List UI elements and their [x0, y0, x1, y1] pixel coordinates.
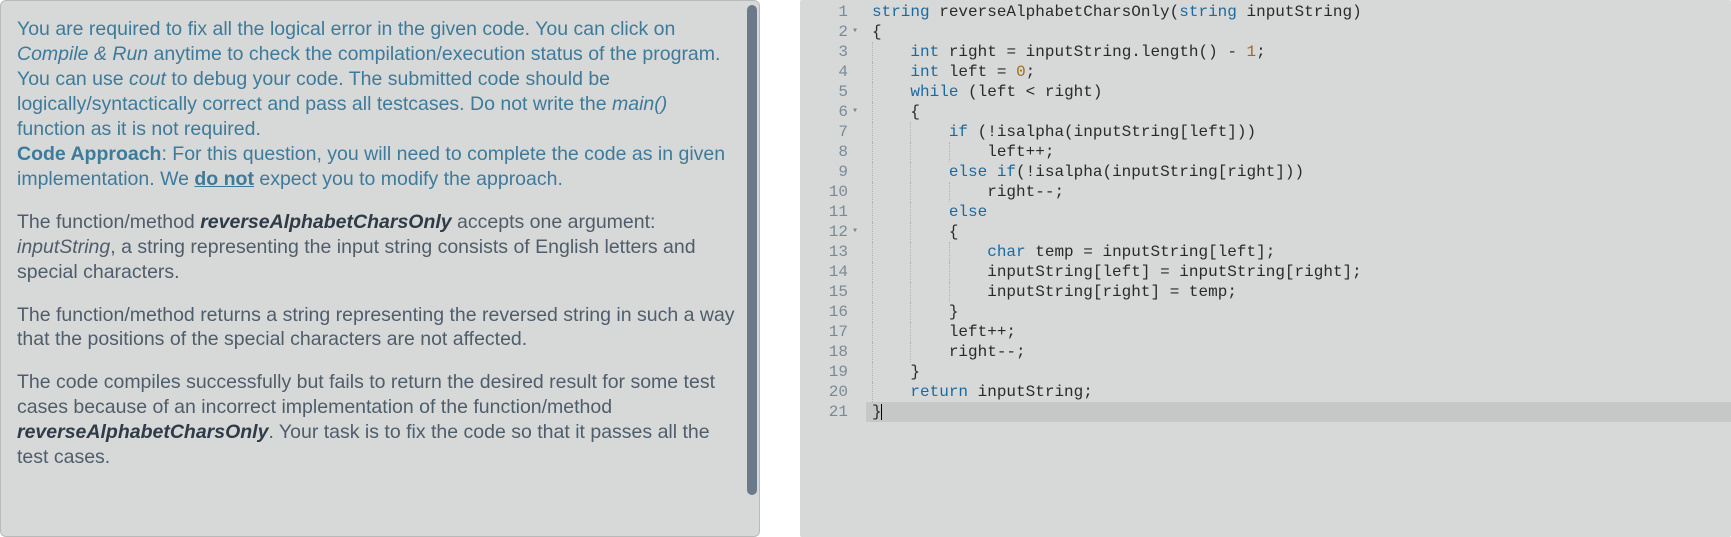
code-line[interactable]: string reverseAlphabetCharsOnly(string i…	[866, 2, 1731, 22]
gutter-row: 14	[800, 262, 866, 282]
code-approach-label: Code Approach	[17, 143, 161, 165]
code-area[interactable]: string reverseAlphabetCharsOnly(string i…	[866, 0, 1731, 537]
line-number: 3	[818, 42, 848, 62]
line-number: 8	[818, 142, 848, 162]
code-editor[interactable]: 12▾3456▾789101112▾131415161718192021 str…	[800, 0, 1731, 537]
gutter-row: 9	[800, 162, 866, 182]
code-line[interactable]: else if(!isalpha(inputString[right]))	[866, 162, 1731, 182]
line-number: 9	[818, 162, 848, 182]
code-line[interactable]: inputString[right] = temp;	[866, 282, 1731, 302]
gutter-row: 2▾	[800, 22, 866, 42]
problem-panel: You are required to fix all the logical …	[0, 0, 760, 537]
line-number: 7	[818, 122, 848, 142]
compile-run-label: Compile & Run	[17, 43, 148, 65]
line-number: 11	[818, 202, 848, 222]
code-line[interactable]: return inputString;	[866, 382, 1731, 402]
fold-icon[interactable]: ▾	[848, 222, 862, 242]
code-line[interactable]: {	[866, 22, 1731, 42]
line-number: 17	[818, 322, 848, 342]
problem-para-4: The code compiles successfully but fails…	[17, 370, 737, 470]
line-number: 10	[818, 182, 848, 202]
problem-para-3: The function/method returns a string rep…	[17, 303, 737, 353]
problem-para-2: The function/method reverseAlphabetChars…	[17, 210, 737, 285]
line-number: 19	[818, 362, 848, 382]
line-number: 6	[818, 102, 848, 122]
line-gutter: 12▾3456▾789101112▾131415161718192021	[800, 0, 866, 537]
line-number: 4	[818, 62, 848, 82]
gutter-row: 10	[800, 182, 866, 202]
panel-gap	[760, 0, 800, 537]
line-number: 1	[818, 2, 848, 22]
function-name: reverseAlphabetCharsOnly	[200, 211, 451, 233]
gutter-row: 6▾	[800, 102, 866, 122]
code-line[interactable]: while (left < right)	[866, 82, 1731, 102]
gutter-row: 13	[800, 242, 866, 262]
code-line[interactable]: {	[866, 102, 1731, 122]
fold-icon[interactable]: ▾	[848, 102, 862, 122]
line-number: 20	[818, 382, 848, 402]
gutter-row: 21	[800, 402, 866, 422]
gutter-row: 1	[800, 2, 866, 22]
line-number: 21	[818, 402, 848, 422]
main-label: main()	[612, 93, 667, 115]
gutter-row: 3	[800, 42, 866, 62]
do-not-label: do not	[194, 168, 254, 190]
gutter-row: 12▾	[800, 222, 866, 242]
code-line[interactable]: int left = 0;	[866, 62, 1731, 82]
intro-text: expect you to modify the approach.	[254, 168, 563, 190]
gutter-row: 19	[800, 362, 866, 382]
gutter-row: 16	[800, 302, 866, 322]
code-line[interactable]: }	[866, 402, 1731, 422]
code-line[interactable]: }	[866, 362, 1731, 382]
line-number: 18	[818, 342, 848, 362]
line-number: 15	[818, 282, 848, 302]
problem-scroll[interactable]: You are required to fix all the logical …	[1, 1, 759, 536]
function-name: reverseAlphabetCharsOnly	[17, 421, 268, 443]
code-line[interactable]: {	[866, 222, 1731, 242]
gutter-row: 8	[800, 142, 866, 162]
line-number: 2	[818, 22, 848, 42]
line-number: 14	[818, 262, 848, 282]
scrollbar-thumb[interactable]	[747, 5, 757, 495]
gutter-row: 18	[800, 342, 866, 362]
gutter-row: 7	[800, 122, 866, 142]
line-number: 5	[818, 82, 848, 102]
gutter-row: 20	[800, 382, 866, 402]
code-line[interactable]: left++;	[866, 142, 1731, 162]
code-line[interactable]: else	[866, 202, 1731, 222]
gutter-row: 5	[800, 82, 866, 102]
gutter-row: 4	[800, 62, 866, 82]
cout-label: cout	[129, 68, 166, 90]
line-number: 16	[818, 302, 848, 322]
fold-icon[interactable]: ▾	[848, 22, 862, 42]
code-line[interactable]: if (!isalpha(inputString[left]))	[866, 122, 1731, 142]
problem-intro: You are required to fix all the logical …	[17, 17, 737, 192]
code-line[interactable]: right--;	[866, 342, 1731, 362]
code-line[interactable]: inputString[left] = inputString[right];	[866, 262, 1731, 282]
intro-text: function as it is not required.	[17, 118, 261, 140]
code-line[interactable]: left++;	[866, 322, 1731, 342]
code-line[interactable]: int right = inputString.length() - 1;	[866, 42, 1731, 62]
code-line[interactable]: }	[866, 302, 1731, 322]
gutter-row: 11	[800, 202, 866, 222]
gutter-row: 17	[800, 322, 866, 342]
gutter-row: 15	[800, 282, 866, 302]
arg-name: inputString	[17, 236, 110, 258]
line-number: 13	[818, 242, 848, 262]
intro-text: You are required to fix all the logical …	[17, 18, 675, 40]
code-line[interactable]: right--;	[866, 182, 1731, 202]
line-number: 12	[818, 222, 848, 242]
code-line[interactable]: char temp = inputString[left];	[866, 242, 1731, 262]
